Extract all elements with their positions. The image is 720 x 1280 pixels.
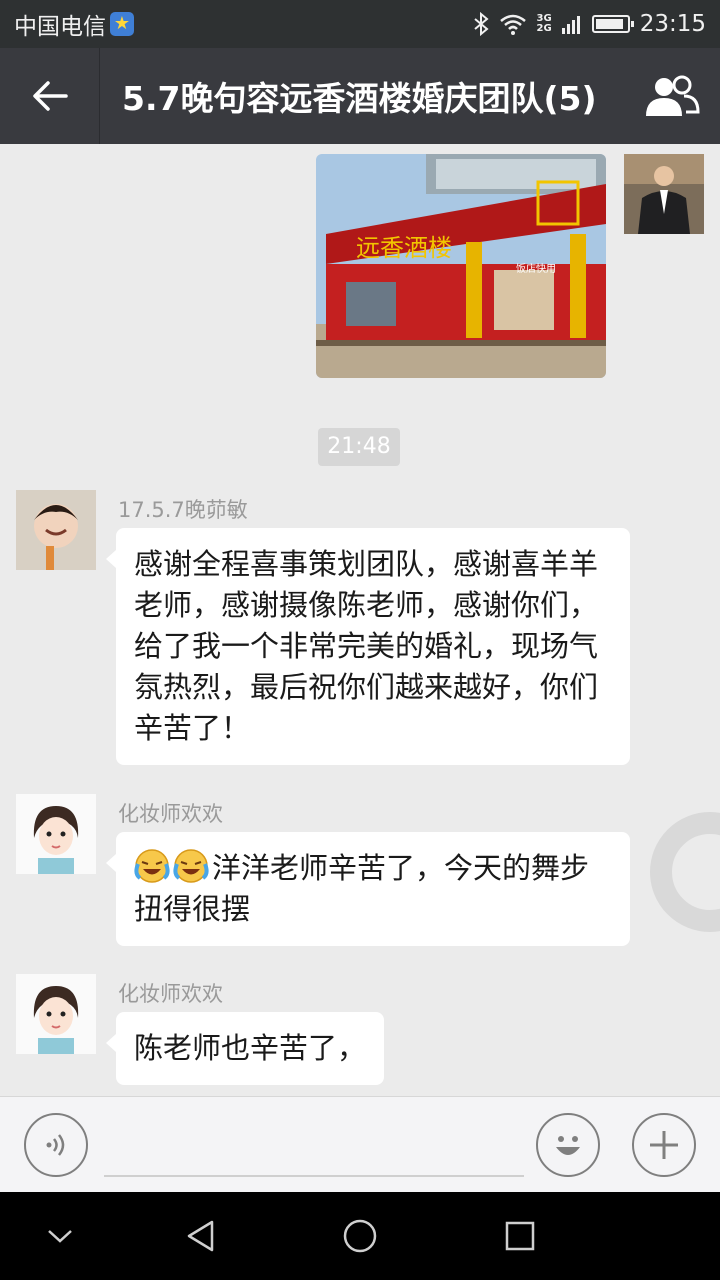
chat-area[interactable]: 远香酒楼 饭店快用 21:48 17.5.7晚茆敏 感谢全程喜事策划团队，感谢喜… (0, 144, 720, 1096)
floating-ring-overlay[interactable] (650, 812, 720, 932)
signal-icon (561, 16, 580, 34)
nav-back-button[interactable] (170, 1206, 230, 1266)
message-text: 陈老师也辛苦了， (134, 1031, 367, 1065)
message-bubble[interactable]: 洋洋老师辛苦了，今天的舞步扭得很摆 (106, 832, 630, 946)
man-avatar-image (624, 154, 704, 234)
group-members-icon (646, 75, 700, 116)
network-bottom: 2G (536, 23, 552, 34)
chat-title: 5.7晚句容远香酒楼婚庆团队(5) (122, 79, 597, 118)
restaurant-photo: 远香酒楼 饭店快用 (316, 154, 606, 378)
avatar[interactable] (16, 490, 96, 570)
nav-home-button[interactable] (330, 1206, 390, 1266)
message-input[interactable] (104, 1175, 524, 1177)
image-message[interactable]: 远香酒楼 饭店快用 (316, 154, 606, 378)
clock: 23:15 (639, 11, 706, 37)
photo-small-sign-text: 饭店快用 (516, 262, 556, 275)
photo-sign-text: 远香酒楼 (356, 234, 452, 262)
message-bubble[interactable]: 感谢全程喜事策划团队，感谢喜羊羊老师，感谢摄像陈老师，感谢你们，给了我一个非常完… (106, 528, 630, 765)
chevron-down-icon (48, 1230, 72, 1243)
more-options-button[interactable] (632, 1113, 696, 1177)
sender-name: 化妆师欢欢 (118, 982, 223, 1006)
sender-name: 17.5.7晚茆敏 (118, 498, 248, 522)
bluetooth-icon (473, 12, 489, 36)
square-recents-icon (505, 1221, 535, 1251)
hide-keyboard-button[interactable] (30, 1206, 90, 1266)
voice-icon (46, 1134, 65, 1156)
triangle-back-icon (187, 1220, 214, 1252)
network-type: 3G 2G (537, 14, 552, 34)
crying-laugh-emoji-icon (173, 849, 209, 883)
crying-laugh-emoji-icon (134, 849, 170, 883)
star-icon: ★ (110, 12, 134, 36)
nav-recents-button[interactable] (490, 1206, 550, 1266)
group-info-button[interactable] (624, 48, 720, 144)
input-bar (0, 1096, 720, 1192)
message-bubble[interactable]: 陈老师也辛苦了， (105, 1012, 385, 1085)
my-avatar[interactable] (624, 154, 704, 234)
smiley-icon (556, 1136, 580, 1155)
circle-home-icon (343, 1219, 377, 1253)
status-icons: 3G 2G 23:15 (473, 11, 706, 37)
battery-fill (595, 19, 623, 29)
timestamp: 21:48 (318, 428, 400, 466)
message-text: 感谢全程喜事策划团队，感谢喜羊羊老师，感谢摄像陈老师，感谢你们，给了我一个非常完… (134, 547, 599, 745)
wifi-icon (499, 14, 526, 35)
battery-icon (591, 15, 634, 33)
child-avatar-image (16, 490, 96, 570)
avatar[interactable] (16, 974, 96, 1054)
girl-cartoon-avatar-image (16, 974, 96, 1054)
status-bar: 中国电信 ★ 3G 2G 23:15 (0, 0, 720, 48)
navigation-bar (0, 1192, 720, 1280)
avatar[interactable] (16, 794, 96, 874)
carrier-name: 中国电信 (14, 14, 106, 40)
girl-cartoon-avatar-image (16, 794, 96, 874)
back-button[interactable] (0, 48, 100, 144)
back-arrow-icon (32, 81, 68, 111)
title-bar: 5.7晚句容远香酒楼婚庆团队(5) (0, 48, 720, 144)
plus-icon (650, 1131, 678, 1159)
sender-name: 化妆师欢欢 (118, 802, 223, 826)
emoji-button[interactable] (536, 1113, 600, 1177)
carrier: 中国电信 ★ (14, 7, 134, 41)
voice-input-button[interactable] (24, 1113, 88, 1177)
